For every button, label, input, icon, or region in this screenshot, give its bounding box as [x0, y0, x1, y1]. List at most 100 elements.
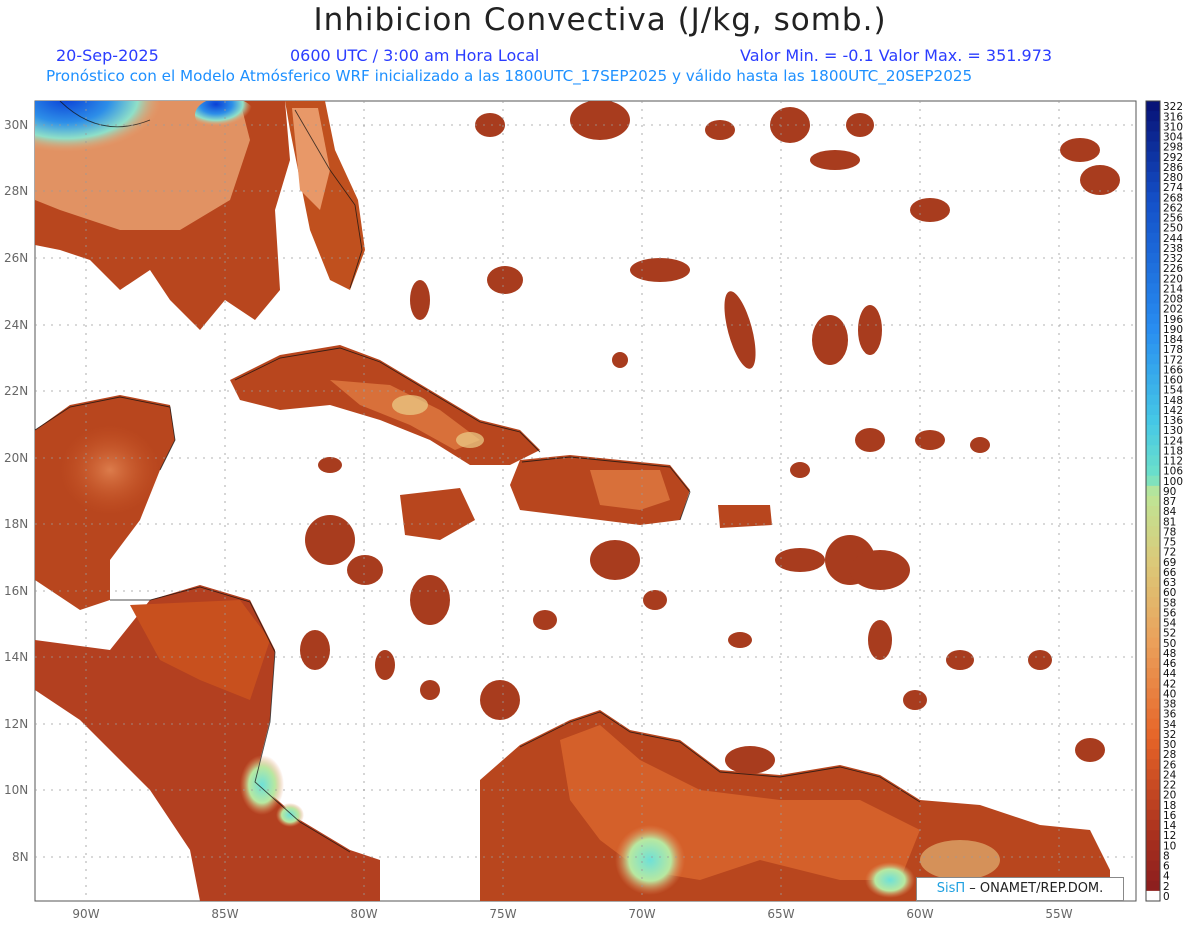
colorbar: 3223163103042982922862802742682622562502… — [1145, 100, 1183, 903]
colorbar-swatch — [1146, 263, 1160, 274]
colorbar-swatch — [1146, 323, 1160, 335]
colorbar-swatch — [1146, 202, 1160, 213]
lat-label: 28N — [4, 184, 28, 198]
lon-label: 70W — [628, 907, 655, 921]
colorbar-swatch — [1146, 779, 1160, 791]
colorbar-swatch — [1146, 425, 1160, 436]
colorbar-swatch — [1146, 475, 1160, 487]
colorbar-swatch — [1146, 455, 1160, 467]
colorbar-swatch — [1146, 637, 1160, 649]
colorbar-swatch — [1146, 668, 1160, 679]
colorbar-swatch — [1146, 232, 1160, 244]
lat-label: 16N — [4, 584, 28, 598]
cin-map: 30N 28N 26N 24N 22N 20N 18N 16N 14N 12N … — [4, 100, 1183, 921]
sis-logo: SisΠ — [936, 881, 966, 896]
colorbar-swatch — [1146, 708, 1160, 720]
colorbar-swatch — [1146, 182, 1160, 193]
colorbar-swatch — [1146, 880, 1160, 892]
lon-label: 75W — [489, 907, 516, 921]
colorbar-swatch — [1146, 536, 1160, 548]
colorbar-swatch — [1146, 617, 1160, 629]
colorbar-swatch — [1146, 850, 1160, 861]
colorbar-swatch — [1146, 759, 1160, 770]
colorbar-swatch — [1146, 333, 1160, 345]
colorbar-swatch — [1146, 890, 1160, 902]
colorbar-swatch — [1146, 111, 1160, 122]
lon-label: 65W — [767, 907, 794, 921]
colorbar-swatch — [1146, 121, 1160, 132]
lat-label: 22N — [4, 384, 28, 398]
colorbar-swatch — [1146, 252, 1160, 264]
colorbar-swatch — [1146, 485, 1160, 497]
colorbar-swatch — [1146, 445, 1160, 456]
colorbar-swatch — [1146, 546, 1160, 558]
colorbar-swatch — [1146, 192, 1160, 203]
colorbar-swatch — [1146, 171, 1160, 183]
colorbar-swatch — [1146, 151, 1160, 163]
colorbar-swatch — [1146, 819, 1160, 831]
lat-label: 26N — [4, 251, 28, 265]
colorbar-swatch — [1146, 384, 1160, 396]
lat-label: 20N — [4, 451, 28, 465]
colorbar-swatch — [1146, 607, 1160, 618]
colorbar-swatch — [1146, 354, 1160, 365]
lat-label: 18N — [4, 517, 28, 531]
colorbar-swatch — [1146, 587, 1160, 598]
colorbar-swatch — [1146, 809, 1160, 821]
colorbar-swatch — [1146, 273, 1160, 284]
credit-text: – ONAMET/REP.DOM. — [969, 881, 1104, 896]
colorbar-swatch — [1146, 516, 1160, 527]
lat-label: 24N — [4, 318, 28, 332]
colorbar-swatch — [1146, 749, 1160, 760]
colorbar-swatch — [1146, 141, 1160, 153]
colorbar-swatch — [1146, 688, 1160, 699]
colorbar-swatch — [1146, 789, 1160, 801]
colorbar-swatch — [1146, 465, 1160, 477]
colorbar-swatch — [1146, 728, 1160, 740]
colorbar-swatch — [1146, 657, 1160, 669]
colorbar-swatch — [1146, 303, 1160, 315]
colorbar-swatch — [1146, 374, 1160, 386]
colorbar-swatch — [1146, 576, 1160, 588]
colorbar-swatch — [1146, 799, 1160, 811]
colorbar-label: 0 — [1163, 891, 1170, 903]
lon-label: 60W — [906, 907, 933, 921]
colorbar-swatch — [1146, 435, 1160, 446]
lon-label: 80W — [350, 907, 377, 921]
colorbar-swatch — [1146, 313, 1160, 325]
colorbar-swatch — [1146, 242, 1160, 254]
colorbar-swatch — [1146, 870, 1160, 882]
colorbar-swatch — [1146, 506, 1160, 517]
colorbar-swatch — [1146, 364, 1160, 375]
colorbar-swatch — [1146, 404, 1160, 416]
colorbar-swatch — [1146, 394, 1160, 406]
colorbar-swatch — [1146, 860, 1160, 872]
colorbar-swatch — [1146, 495, 1160, 507]
colorbar-swatch — [1146, 738, 1160, 750]
colorbar-swatch — [1146, 212, 1160, 224]
lat-label: 8N — [12, 850, 29, 864]
colorbar-swatch — [1146, 101, 1160, 112]
lon-label: 85W — [211, 907, 238, 921]
lat-label: 10N — [4, 783, 28, 797]
lat-label: 30N — [4, 118, 28, 132]
colorbar-swatch — [1146, 840, 1160, 851]
colorbar-swatch — [1146, 678, 1160, 689]
colorbar-swatch — [1146, 830, 1160, 841]
colorbar-swatch — [1146, 698, 1160, 710]
colorbar-swatch — [1146, 283, 1160, 294]
colorbar-swatch — [1146, 566, 1160, 578]
lat-label: 14N — [4, 650, 28, 664]
colorbar-swatch — [1146, 556, 1160, 568]
colorbar-swatch — [1146, 222, 1160, 234]
colorbar-swatch — [1146, 131, 1160, 143]
colorbar-swatch — [1146, 597, 1160, 608]
colorbar-swatch — [1146, 627, 1160, 639]
lon-label: 55W — [1045, 907, 1072, 921]
colorbar-swatch — [1146, 414, 1160, 426]
colorbar-swatch — [1146, 293, 1160, 305]
colorbar-swatch — [1146, 526, 1160, 537]
credit-box: SisΠ – ONAMET/REP.DOM. — [916, 877, 1124, 901]
colorbar-swatch — [1146, 161, 1160, 173]
colorbar-swatch — [1146, 344, 1160, 355]
